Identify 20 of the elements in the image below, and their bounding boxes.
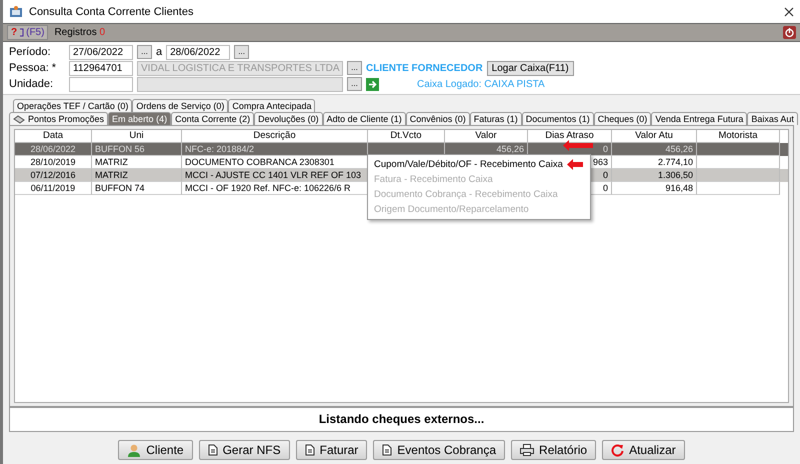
status-text: Listando cheques externos... [318,412,484,426]
table-cell: BUFFON 74 [92,182,182,196]
records-label: Registros 0 [54,27,106,38]
date-separator: a [156,46,162,58]
table-cell: 1.306,50 [612,169,697,182]
name-field: VIDAL LOGISTICA E TRANSPORTES LTDA [137,60,343,76]
table-cell: 456,26 [612,143,697,156]
field-label: Período: [9,46,52,58]
field-label: Pessoa: * [9,62,58,74]
client-type-label: CLIENTE FORNECEDOR [366,62,483,74]
table-cell: MATRIZ [92,169,182,182]
table-cell: BUFFON 56 [92,143,182,156]
table-cell: 28/06/2022 [15,143,92,156]
caixa-status: Caixa Logado: CAIXA PISTA [417,78,545,90]
field-label: Unidade: [9,78,54,90]
table-cell: NFC-e: 201884/2 [182,143,368,156]
window-title: Consulta Conta Corrente Clientes [29,6,194,18]
table-cell: 07/12/2016 [15,169,92,182]
table-cell: 916,48 [612,182,697,196]
table-cell: 06/11/2019 [15,182,92,196]
